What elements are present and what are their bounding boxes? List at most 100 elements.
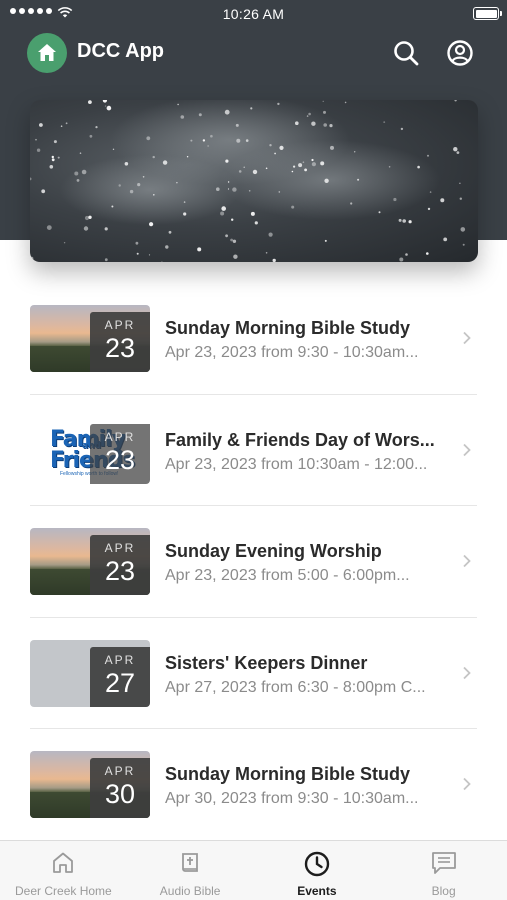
snowflake [111,205,114,208]
chevron-right-icon [463,554,471,568]
bible-icon [182,853,199,872]
snowflake [168,230,172,234]
snowflake [324,239,327,242]
chevron-right-icon [463,331,471,345]
snowflake [417,165,420,169]
date-badge: APR 23 [90,535,150,595]
snowflake [197,247,202,252]
event-row[interactable]: APR 27 Sisters' Keepers Dinner Apr 27, 2… [30,618,477,729]
snowflake [210,134,213,138]
snowflake [30,177,32,181]
event-row[interactable]: APR 30 Sunday Morning Bible Study Apr 30… [30,729,477,841]
snowflake [322,100,324,102]
snowflake [265,167,268,170]
snowflake [291,170,294,173]
snowflake [440,198,445,203]
snowflake [453,147,458,152]
snowflake [427,154,429,157]
app-bar: DCC App [0,28,507,78]
snowflake [39,123,43,127]
date-month: APR [104,318,136,332]
snowflake [41,189,46,194]
snowflake [459,182,461,184]
snowflake [250,211,255,216]
snowflake [106,105,112,111]
snowflake [250,107,253,110]
snowflake [462,243,465,246]
snowflake [81,169,87,175]
snowflake [426,252,429,255]
snowflake [165,245,169,249]
event-datetime: Apr 27, 2023 from 6:30 - 8:00pm C... [165,678,426,696]
event-datetime: Apr 30, 2023 from 9:30 - 10:30am... [165,790,419,807]
snowflake [137,183,141,187]
snowflake [104,227,108,231]
event-row[interactable]: APR 23 Sunday Morning Bible Study Apr 23… [30,283,477,395]
snowflake [216,187,220,191]
snowflake [190,139,193,142]
snowflake [265,252,268,254]
snowflake [443,237,448,242]
snowflake [295,121,299,125]
snowflake [112,148,115,150]
search-button[interactable] [390,37,422,69]
event-title: Sunday Morning Bible Study [165,318,411,338]
snowflake [252,169,258,175]
snowflake [232,187,237,192]
snowflake [268,232,273,237]
snowflake [306,115,309,117]
event-datetime: Apr 23, 2023 from 5:00 - 6:00pm... [165,567,410,584]
account-button[interactable] [444,37,476,69]
tab-events[interactable]: Events [254,841,381,900]
event-row[interactable]: Family and Friends Fellowship worth to f… [30,395,477,506]
snowflake [89,134,93,138]
search-icon [394,41,419,66]
snowflake [176,182,178,184]
snowflake [221,206,226,211]
snowflake [232,239,237,243]
snowflake [225,159,229,163]
snowflake [225,234,229,238]
tab-label: Events [297,884,337,898]
snowflake [357,178,360,181]
snowflake [323,110,326,114]
event-title: Family & Friends Day of Wors... [165,429,435,450]
snowflake [402,219,407,223]
snowflake [274,152,276,155]
snowflake [148,254,151,256]
snowflake [136,252,139,255]
snowflake [180,115,185,119]
snowflake [405,253,408,256]
battery-icon [473,7,502,20]
tab-blog[interactable]: Blog [380,841,507,900]
snowflake [76,179,80,182]
featured-banner-image[interactable] [30,100,478,262]
snowfall-image [30,100,466,262]
date-day: 30 [104,779,136,809]
snowflake [236,138,241,143]
snowflake [393,197,397,202]
event-row[interactable]: APR 23 Sunday Evening Worship Apr 23, 20… [30,506,477,618]
snowflake [142,176,145,178]
snowflake [388,166,391,168]
church-icon[interactable] [27,33,67,73]
snowflake [177,103,179,106]
snowflake [304,168,307,172]
snowflake [60,125,63,127]
snowflake [278,191,281,193]
tab-audio-bible[interactable]: Audio Bible [127,841,254,900]
event-title: Sunday Evening Worship [165,541,382,561]
tab-deer-creek-home[interactable]: Deer Creek Home [0,841,127,900]
snowflake [183,201,186,203]
snowflake [74,171,79,176]
snowflake [291,205,295,209]
snowflake [456,151,460,154]
snowflake [161,261,163,262]
chevron-right-icon [463,777,471,791]
date-badge: APR 23 [90,312,150,372]
snowflake [344,101,347,104]
snowflake [248,190,251,192]
snowflake [399,257,404,262]
snowflake [51,155,54,159]
snowflake [330,145,334,150]
